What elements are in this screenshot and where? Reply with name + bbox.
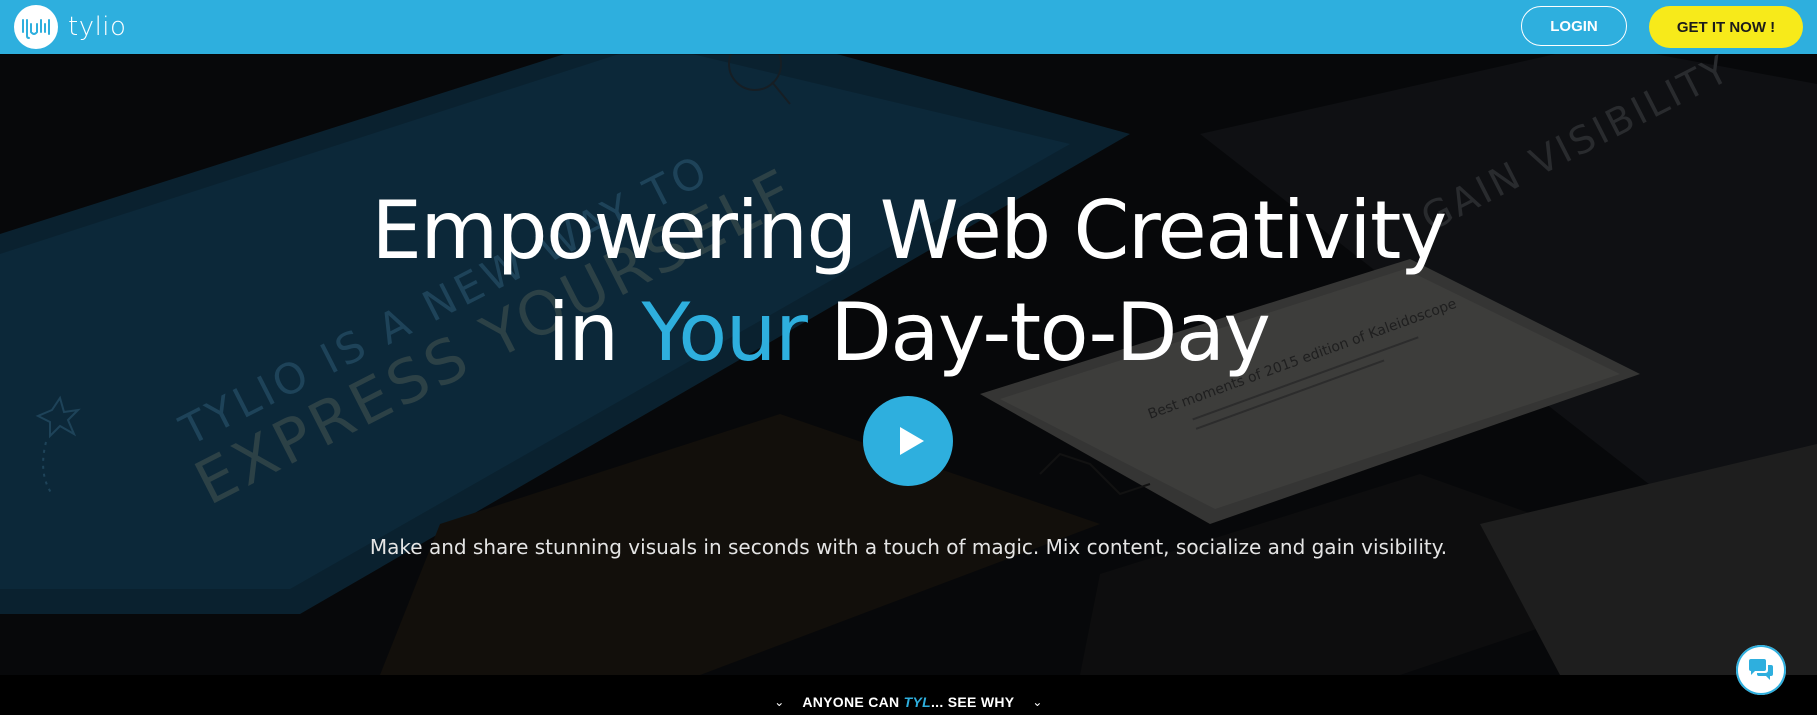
see-why-prefix: ANYONE CAN bbox=[802, 694, 900, 710]
see-why-link[interactable]: ⌄ ANYONE CAN TYL... SEE WHY ⌄ bbox=[0, 694, 1817, 710]
headline-line1: Empowering Web Creativity bbox=[371, 184, 1447, 277]
hero-headline: Empowering Web Creativity in Your Day-to… bbox=[0, 180, 1817, 384]
logo[interactable]: tylio bbox=[14, 4, 126, 50]
headline-accent-word: Your bbox=[641, 286, 808, 379]
play-video-button[interactable] bbox=[863, 396, 953, 486]
hero-subline: Make and share stunning visuals in secon… bbox=[369, 535, 1448, 559]
logo-badge bbox=[14, 5, 58, 49]
chevron-down-icon: ⌄ bbox=[774, 695, 785, 709]
chat-bubbles-icon bbox=[1749, 659, 1773, 680]
brand-name: tylio bbox=[68, 12, 127, 42]
headline-in: in bbox=[547, 286, 619, 379]
hero-section: TYLIO IS A NEW WAY TO EXPRESS YOURSELF G… bbox=[0, 54, 1817, 675]
chevron-down-icon: ⌄ bbox=[1032, 695, 1043, 709]
headline-rest: Day-to-Day bbox=[830, 286, 1271, 379]
chat-widget-button[interactable] bbox=[1736, 645, 1786, 695]
see-why-suffix: ... SEE WHY bbox=[930, 694, 1015, 710]
top-navigation-bar: tylio LOGIN GET IT NOW ! bbox=[0, 0, 1817, 54]
get-it-now-button[interactable]: GET IT NOW ! bbox=[1649, 6, 1803, 48]
play-icon bbox=[900, 427, 924, 455]
login-button[interactable]: LOGIN bbox=[1521, 6, 1627, 46]
headline-line2: in Your Day-to-Day bbox=[0, 282, 1817, 384]
see-why-accent: TYL bbox=[903, 694, 931, 710]
tylio-logo-mark bbox=[22, 19, 50, 39]
